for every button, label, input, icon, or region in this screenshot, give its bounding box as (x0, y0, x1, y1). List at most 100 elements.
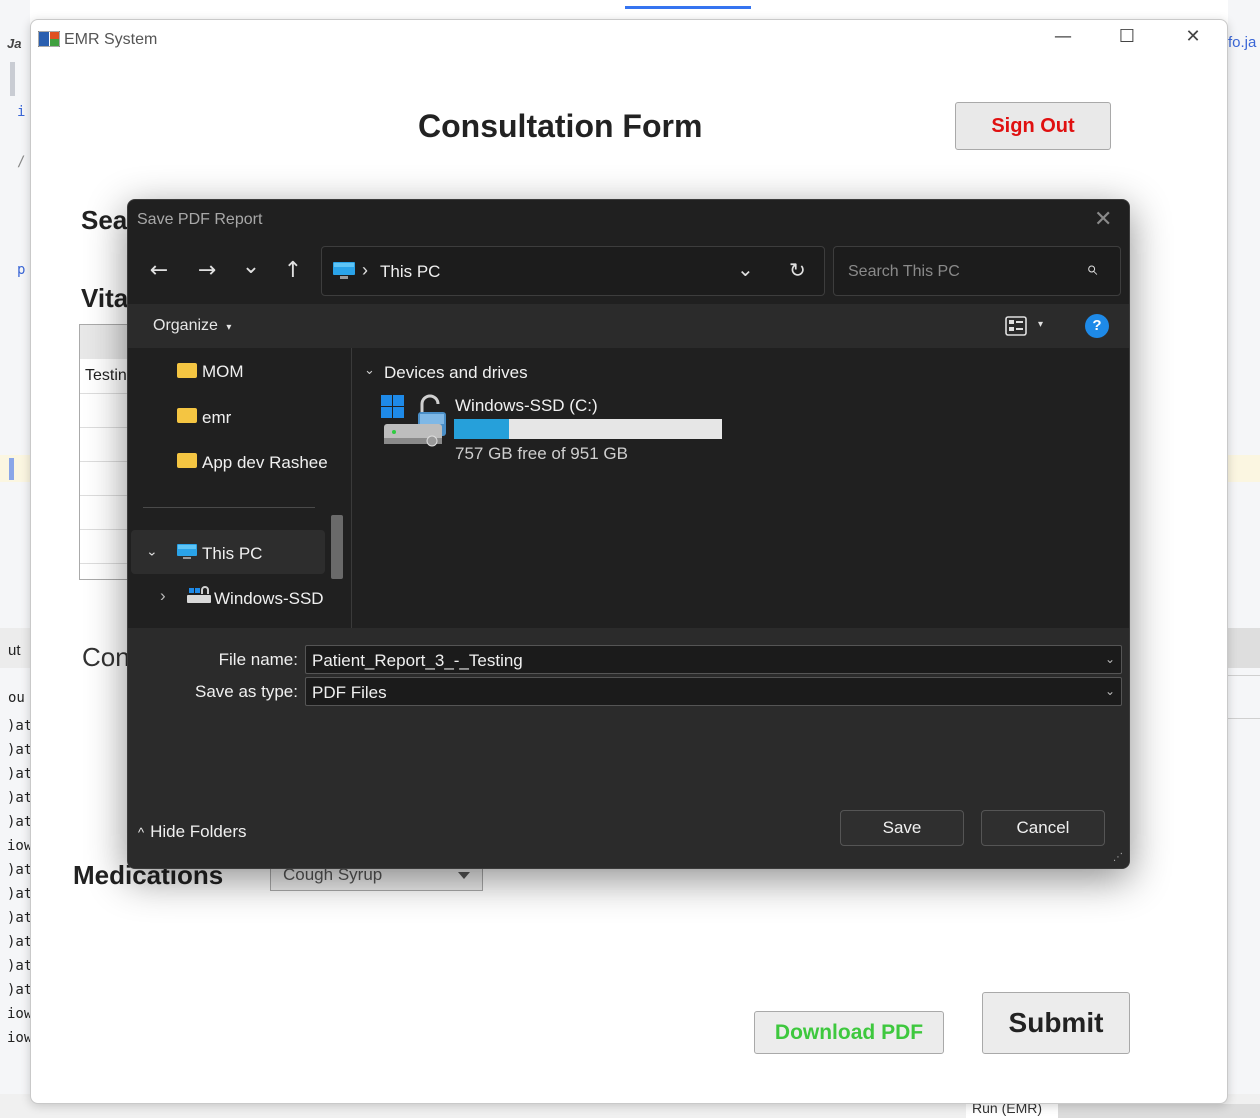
drive-name[interactable]: Windows-SSD (C:) (455, 396, 598, 416)
recent-locations-icon[interactable]: ⌄ (236, 254, 266, 279)
windows-drive-icon[interactable] (380, 394, 448, 450)
ide-file-tab-fragment[interactable]: fo.ja (1228, 34, 1256, 51)
sign-out-button[interactable]: Sign Out (955, 102, 1111, 150)
ide-console-line: )at (7, 742, 33, 758)
ide-console-line: )at (7, 934, 33, 950)
nav-separator (143, 507, 315, 508)
ide-console-line: )at (7, 718, 33, 734)
help-icon[interactable]: ? (1085, 314, 1109, 338)
ide-console-line: )at (7, 886, 33, 902)
file-name-value: Patient_Report_3_-_Testing (312, 651, 523, 670)
pc-icon (177, 544, 197, 559)
nav-item-emr[interactable]: emr (202, 408, 231, 428)
table-row-divider (80, 529, 128, 530)
ide-right-panel-row (1228, 675, 1260, 719)
ide-console-line: ou (8, 690, 25, 706)
resize-grip-icon[interactable]: ⋰ (1113, 852, 1123, 863)
organize-label: Organize (153, 317, 218, 334)
breadcrumb-separator-icon: › (362, 260, 368, 280)
table-row-divider (80, 495, 128, 496)
chevron-down-icon[interactable]: ⌄ (146, 544, 158, 559)
search-icon[interactable]: ⌕ (1086, 258, 1097, 281)
forward-arrow-icon[interactable]: → (192, 258, 222, 283)
save-as-type-value: PDF Files (312, 683, 387, 702)
dialog-title: Save PDF Report (137, 211, 263, 228)
breadcrumb-this-pc[interactable]: This PC (380, 262, 440, 282)
ide-left-gutter (0, 0, 30, 1118)
view-options-caret-icon[interactable]: ▾ (1038, 319, 1043, 330)
save-pdf-dialog: Save PDF Report ✕ ← → ⌄ ↑ › This PC ⌄ ↻ … (127, 199, 1130, 869)
save-button[interactable]: Save (840, 810, 964, 846)
ide-console-line: )at (7, 766, 33, 782)
pane-divider[interactable] (351, 348, 352, 628)
ide-right-panel-header (1228, 628, 1260, 668)
address-dropdown-icon[interactable]: ⌄ (737, 257, 754, 282)
ide-logo-fragment: Ja (7, 36, 22, 51)
page-title: Consultation Form (418, 108, 703, 144)
dialog-toolbar (128, 304, 1129, 348)
table-row-divider (80, 427, 128, 428)
window-title: EMR System (64, 31, 158, 48)
submit-button[interactable]: Submit (982, 992, 1130, 1054)
search-placeholder: Search This PC (848, 263, 960, 280)
vitals-table-header (80, 325, 128, 359)
ide-console-line: )at (7, 862, 33, 878)
address-bar[interactable]: › This PC ⌄ ↻ (321, 246, 825, 296)
ide-highlight-line (0, 455, 30, 482)
table-row-divider (80, 393, 128, 394)
hide-folders-label: Hide Folders (150, 822, 247, 841)
search-section-title: Sea (81, 205, 128, 235)
chevron-down-icon[interactable]: ⌄ (1105, 684, 1115, 698)
nav-item-windows-ssd[interactable]: Windows-SSD (214, 589, 324, 609)
group-collapse-icon[interactable]: ⌄ (364, 362, 375, 378)
save-as-type-select[interactable]: PDF Files ⌄ (305, 677, 1122, 706)
organize-menu[interactable]: Organize ▾ (153, 317, 231, 335)
back-arrow-icon[interactable]: ← (144, 258, 174, 283)
chevron-right-icon[interactable]: › (160, 586, 166, 606)
up-arrow-icon[interactable]: ↑ (278, 258, 308, 283)
cancel-button[interactable]: Cancel (981, 810, 1105, 846)
ide-code-fragment: / (17, 154, 26, 170)
minimize-button[interactable]: — (1043, 26, 1083, 47)
chevron-up-icon: ^ (138, 825, 145, 840)
ide-highlight-line-right (1228, 455, 1260, 482)
ide-code-fragment: i (17, 104, 26, 120)
folder-icon (177, 363, 197, 378)
folder-icon (177, 453, 197, 468)
hide-folders-toggle[interactable]: ^ Hide Folders (138, 822, 246, 842)
vitals-table (79, 324, 129, 580)
ide-console-tab: ut (8, 642, 21, 659)
ide-console-line: iow (7, 838, 33, 854)
ide-code-fragment: p (17, 262, 26, 278)
folder-icon (177, 408, 197, 423)
nav-scrollbar[interactable] (331, 515, 343, 579)
nav-item-app-dev-rashee[interactable]: App dev Rashee (202, 453, 328, 473)
devices-and-drives-header[interactable]: Devices and drives (384, 363, 528, 383)
ide-tab-accent (625, 6, 751, 9)
organize-caret-icon: ▾ (226, 322, 232, 333)
nav-item-this-pc[interactable]: This PC (202, 544, 262, 564)
ide-console-line: )at (7, 958, 33, 974)
ide-console-line: )at (7, 814, 33, 830)
search-input[interactable]: Search This PC ⌕ (833, 246, 1121, 296)
table-row-divider (80, 461, 128, 462)
ide-right-gutter (1228, 0, 1260, 1118)
file-name-input[interactable]: Patient_Report_3_-_Testing ⌄ (305, 645, 1122, 674)
table-row-divider (80, 563, 128, 564)
maximize-button[interactable]: ☐ (1107, 26, 1147, 47)
refresh-icon[interactable]: ↻ (789, 258, 806, 283)
java-app-icon (38, 31, 60, 47)
view-options-icon[interactable] (1005, 316, 1027, 336)
ide-console-line: iow (7, 1006, 33, 1022)
dialog-close-icon[interactable]: ✕ (1094, 206, 1112, 232)
ide-console-line: )at (7, 982, 33, 998)
file-name-label: File name: (218, 650, 298, 669)
vitals-table-cell[interactable]: Testin (85, 367, 127, 385)
nav-item-mom[interactable]: MOM (202, 362, 244, 382)
ide-console-line: iow (7, 1030, 33, 1046)
consultation-section-title: Con (82, 642, 130, 672)
close-button[interactable]: ✕ (1173, 26, 1213, 47)
chevron-down-icon[interactable]: ⌄ (1105, 652, 1115, 666)
drive-free-space: 757 GB free of 951 GB (455, 444, 628, 463)
download-pdf-button[interactable]: Download PDF (754, 1011, 944, 1054)
